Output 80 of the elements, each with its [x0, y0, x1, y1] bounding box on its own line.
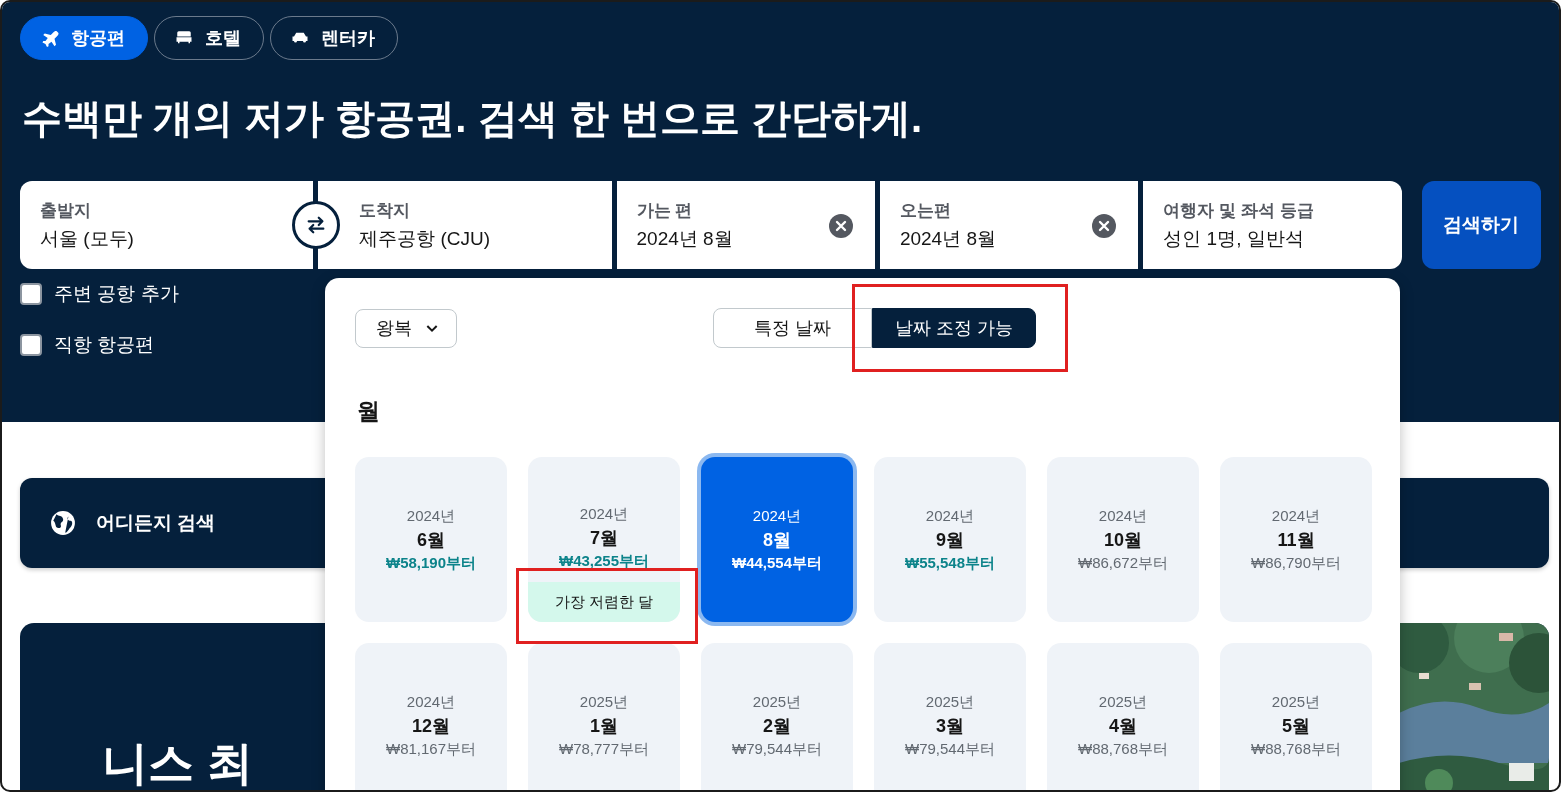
price-label: ₩88,768부터 [1250, 739, 1341, 759]
month-card[interactable]: 2024년 9월 ₩55,548부터 [874, 457, 1026, 622]
field-value: 제주공항 (CJU) [359, 226, 491, 251]
month-card[interactable]: 2025년 2월 ₩79,544부터 [701, 643, 853, 790]
month-label: 1월 [590, 714, 618, 738]
checkbox-label: 주변 공항 추가 [54, 282, 179, 306]
price-label: ₩86,790부터 [1250, 553, 1341, 573]
section-heading: 월 [357, 397, 381, 426]
category-tab[interactable]: 항공편 [20, 16, 148, 60]
promo-title: 니스 최 [102, 736, 253, 790]
trip-type-dropdown[interactable]: 왕복 [355, 308, 457, 348]
price-label: ₩78,777부터 [558, 739, 649, 759]
price-label: ₩79,544부터 [904, 739, 995, 759]
month-label: 7월 [590, 527, 618, 550]
month-label: 9월 [936, 528, 964, 552]
field-label: 출발지 [40, 199, 91, 222]
year-label: 2024년 [752, 506, 802, 526]
month-label: 11월 [1277, 528, 1315, 552]
field-value: 2024년 8월 [636, 226, 733, 251]
year-label: 2025년 [1271, 692, 1321, 712]
month-card[interactable]: 2024년 11월 ₩86,790부터 [1220, 457, 1372, 622]
date-mode-toggle[interactable]: 날짜 조정 가능 [872, 308, 1037, 348]
month-card[interactable]: 2025년 1월 ₩78,777부터 [528, 643, 680, 790]
price-label: ₩79,544부터 [731, 739, 822, 759]
price-label: ₩55,548부터 [904, 553, 995, 573]
checkbox-label: 직항 항공편 [54, 333, 155, 357]
search-field[interactable]: 여행자 및 좌석 등급 성인 1명, 일반석 [1143, 181, 1402, 269]
year-label: 2025년 [1098, 692, 1148, 712]
field-value: 서울 (모두) [40, 226, 134, 251]
month-card[interactable]: 2025년 5월 ₩88,768부터 [1220, 643, 1372, 790]
year-label: 2025년 [579, 692, 629, 712]
field-label: 여행자 및 좌석 등급 [1163, 199, 1314, 222]
month-card[interactable]: 2024년 7월 ₩43,255부터 가장 저렴한 달 [528, 457, 680, 622]
search-field[interactable]: 가는 편 2024년 8월 [616, 181, 875, 269]
month-label: 12월 [412, 714, 450, 738]
month-label: 2월 [763, 714, 791, 738]
month-card[interactable]: 2025년 3월 ₩79,544부터 [874, 643, 1026, 790]
field-label: 가는 편 [636, 199, 693, 222]
explore-label: 어디든지 검색 [96, 511, 216, 535]
checkbox[interactable] [20, 283, 42, 305]
field-value: 2024년 8월 [899, 226, 997, 251]
price-label: ₩86,672부터 [1077, 553, 1168, 573]
month-card[interactable]: 2024년 6월 ₩58,190부터 [355, 457, 507, 622]
year-label: 2025년 [752, 692, 802, 712]
search-field[interactable]: 도착지 제주공항 (CJU) [318, 181, 612, 269]
field-label: 오는편 [899, 199, 951, 222]
globe-icon [50, 510, 76, 536]
price-label: ₩88,768부터 [1077, 739, 1168, 759]
year-label: 2024년 [406, 692, 456, 712]
year-label: 2024년 [406, 506, 456, 526]
month-card[interactable]: 2024년 10월 ₩86,672부터 [1047, 457, 1199, 622]
cheapest-month-tag: 가장 저렴한 달 [528, 582, 680, 622]
search-field[interactable]: 출발지 서울 (모두) [20, 181, 314, 269]
date-mode-toggle[interactable]: 특정 날짜 [713, 308, 872, 348]
price-label: ₩58,190부터 [385, 553, 476, 573]
month-label: 6월 [417, 528, 445, 552]
year-label: 2025년 [925, 692, 975, 712]
price-label: ₩81,167부터 [385, 739, 476, 759]
month-label: 5월 [1282, 714, 1310, 738]
month-card[interactable]: 2024년 12월 ₩81,167부터 [355, 643, 507, 790]
year-label: 2024년 [1271, 506, 1321, 526]
swap-icon [305, 214, 327, 236]
year-label: 2024년 [1098, 506, 1148, 526]
month-label: 4월 [1109, 714, 1137, 738]
checkbox[interactable] [20, 334, 42, 356]
month-label: 8월 [763, 528, 791, 552]
search-button[interactable]: 검색하기 [1421, 181, 1541, 269]
year-label: 2024년 [579, 505, 629, 524]
headline: 수백만 개의 저가 항공권. 검색 한 번으로 간단하게. [22, 95, 924, 142]
month-label: 3월 [936, 714, 964, 738]
price-label: ₩43,255부터 [558, 552, 649, 571]
field-value: 성인 1명, 일반석 [1163, 226, 1304, 251]
field-label: 도착지 [359, 199, 411, 222]
clear-icon[interactable] [1092, 214, 1117, 238]
month-card[interactable]: 2025년 4월 ₩88,768부터 [1047, 643, 1199, 790]
month-label: 10월 [1104, 528, 1142, 552]
clear-icon[interactable] [828, 214, 853, 238]
price-label: ₩44,554부터 [731, 553, 822, 573]
year-label: 2024년 [925, 506, 975, 526]
search-field[interactable]: 오는편 2024년 8월 [879, 181, 1139, 269]
